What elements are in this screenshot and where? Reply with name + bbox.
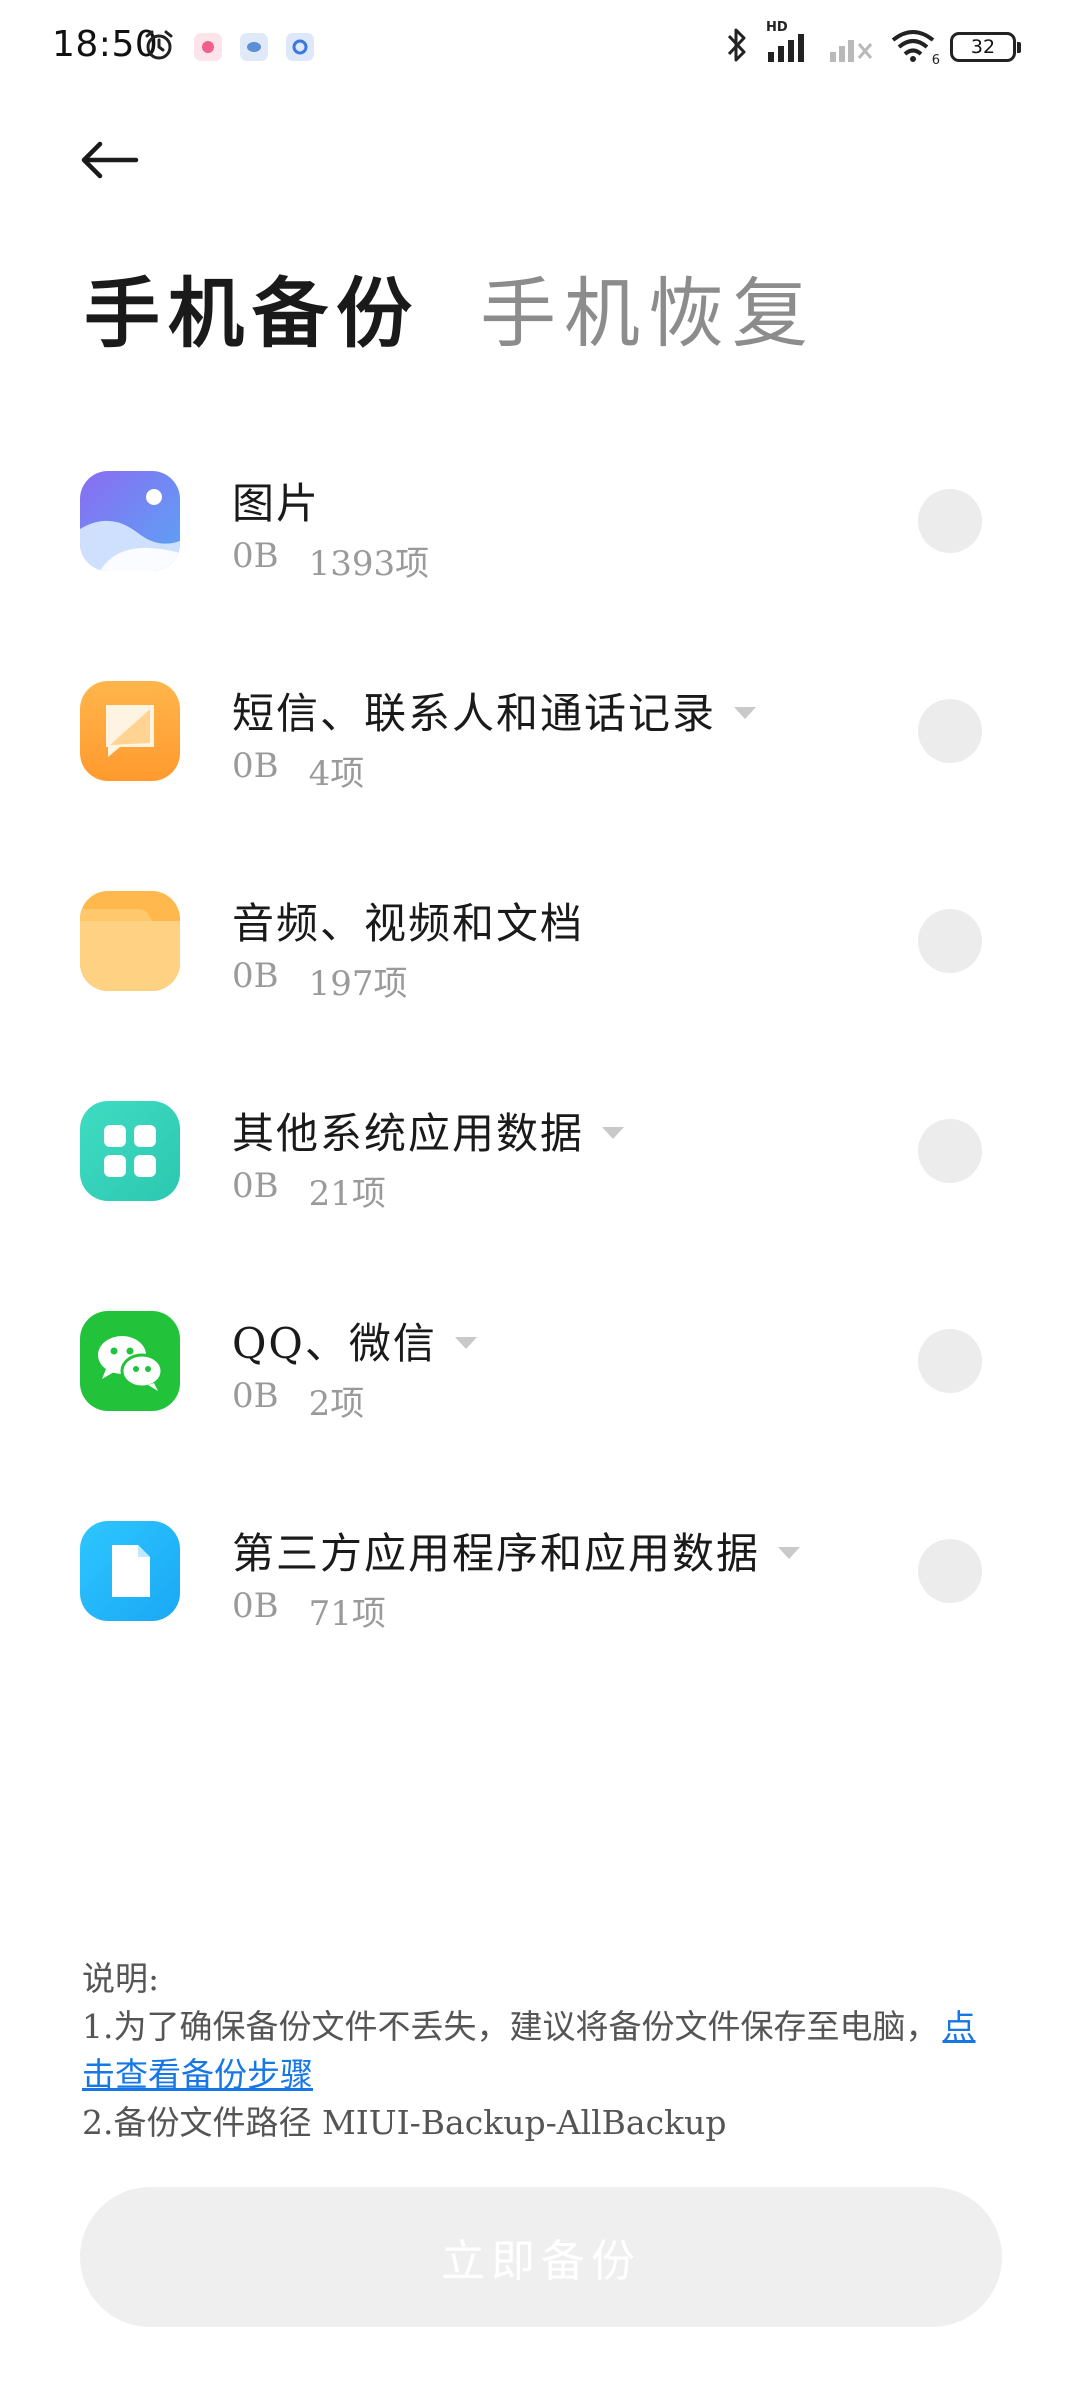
item-stats: 0B 197项 [232,956,408,1005]
cellular-signal-2-icon [826,26,876,68]
chevron-down-icon[interactable] [778,1546,801,1559]
network-type-label: HD [766,20,788,35]
item-stats: 0B 1393项 [232,536,429,585]
chat-notification-icon [240,33,268,61]
cellular-signal-icon: HD [764,20,812,68]
item-title: 其他系统应用数据 [232,1109,585,1158]
item-checkbox[interactable] [918,1119,982,1183]
system-apps-icon [80,1101,180,1201]
backup-item-media-documents[interactable]: 音频、视频和文档 0B 197项 [0,870,1080,1020]
item-count: 4项 [308,754,365,794]
item-title: 音频、视频和文档 [232,899,585,948]
item-size: 0B [232,1586,279,1626]
status-notification-icons [142,28,314,66]
backup-item-messages-contacts[interactable]: 短信、联系人和通话记录 0B 4项 [0,660,1080,810]
chevron-down-icon[interactable] [454,1336,477,1349]
status-bar: 18:50 HD 6 32 [0,0,1080,96]
chevron-down-icon[interactable] [734,706,757,719]
item-size: 0B [232,1376,279,1416]
note-line-2: 2.备份文件路径 MIUI-Backup-AllBackup [82,2103,727,2142]
backup-restore-tabs: 手机备份 手机恢复 [84,252,816,362]
item-size: 0B [232,746,279,786]
back-arrow-icon [81,141,139,179]
backup-screen: 18:50 HD 6 32 手机备份 手机恢复 图片 0B 1393项 短信、联… [0,0,1080,2400]
backup-item-system-app-data[interactable]: 其他系统应用数据 0B 21项 [0,1080,1080,1230]
item-count: 1393项 [308,544,430,584]
item-size: 0B [232,536,279,576]
folder-icon [80,891,180,991]
backup-item-qq-wechat[interactable]: QQ、微信 0B 2项 [0,1290,1080,1440]
browser-notification-icon [286,33,314,61]
item-title: QQ、微信 [232,1319,437,1368]
item-checkbox[interactable] [918,1539,982,1603]
item-count: 197项 [308,964,408,1004]
item-count: 21项 [308,1174,386,1214]
alarm-icon [142,28,176,66]
battery-level: 32 [970,36,996,58]
item-checkbox[interactable] [918,699,982,763]
backup-note: 说明: 1.为了确保备份文件不丢失，建议将备份文件保存至电脑， 点击查看备份步骤 … [82,1955,1002,2147]
item-title: 短信、联系人和通话记录 [232,689,717,738]
bluetooth-icon [724,26,750,68]
chevron-down-icon[interactable] [602,1126,625,1139]
status-system-icons: HD 6 32 [724,20,1021,68]
item-title: 图片 [232,479,321,528]
note-line-1: 1.为了确保备份文件不丢失，建议将备份文件保存至电脑， 点击查看备份步骤 [82,2003,1002,2099]
item-checkbox[interactable] [918,1329,982,1393]
wifi-generation-label: 6 [931,53,940,68]
tab-phone-restore[interactable]: 手机恢复 [480,252,816,362]
backup-now-button[interactable]: 立即备份 [80,2187,1002,2327]
tab-phone-backup[interactable]: 手机备份 [84,252,420,362]
wifi-icon: 6 [890,26,940,68]
note-line-1-text: 1.为了确保备份文件不丢失，建议将备份文件保存至电脑， [82,2007,939,2046]
backup-item-pictures[interactable]: 图片 0B 1393项 [0,450,1080,600]
item-checkbox[interactable] [918,489,982,553]
item-size: 0B [232,956,279,996]
item-stats: 0B 21项 [232,1166,386,1215]
wechat-icon [80,1311,180,1411]
messages-icon [80,681,180,781]
backup-item-third-party-apps[interactable]: 第三方应用程序和应用数据 0B 71项 [0,1500,1080,1650]
battery-icon: 32 [950,32,1021,62]
item-stats: 0B 4项 [232,746,364,795]
item-count: 71项 [308,1594,386,1634]
item-size: 0B [232,1166,279,1206]
third-party-apps-icon [80,1521,180,1621]
app-notification-icon [194,33,222,61]
item-title: 第三方应用程序和应用数据 [232,1529,761,1578]
item-stats: 0B 71项 [232,1586,386,1635]
note-heading: 说明: [82,1959,160,1998]
item-checkbox[interactable] [918,909,982,973]
item-stats: 0B 2项 [232,1376,364,1425]
back-button[interactable] [74,130,144,190]
gallery-icon [80,471,180,571]
item-count: 2项 [308,1384,365,1424]
